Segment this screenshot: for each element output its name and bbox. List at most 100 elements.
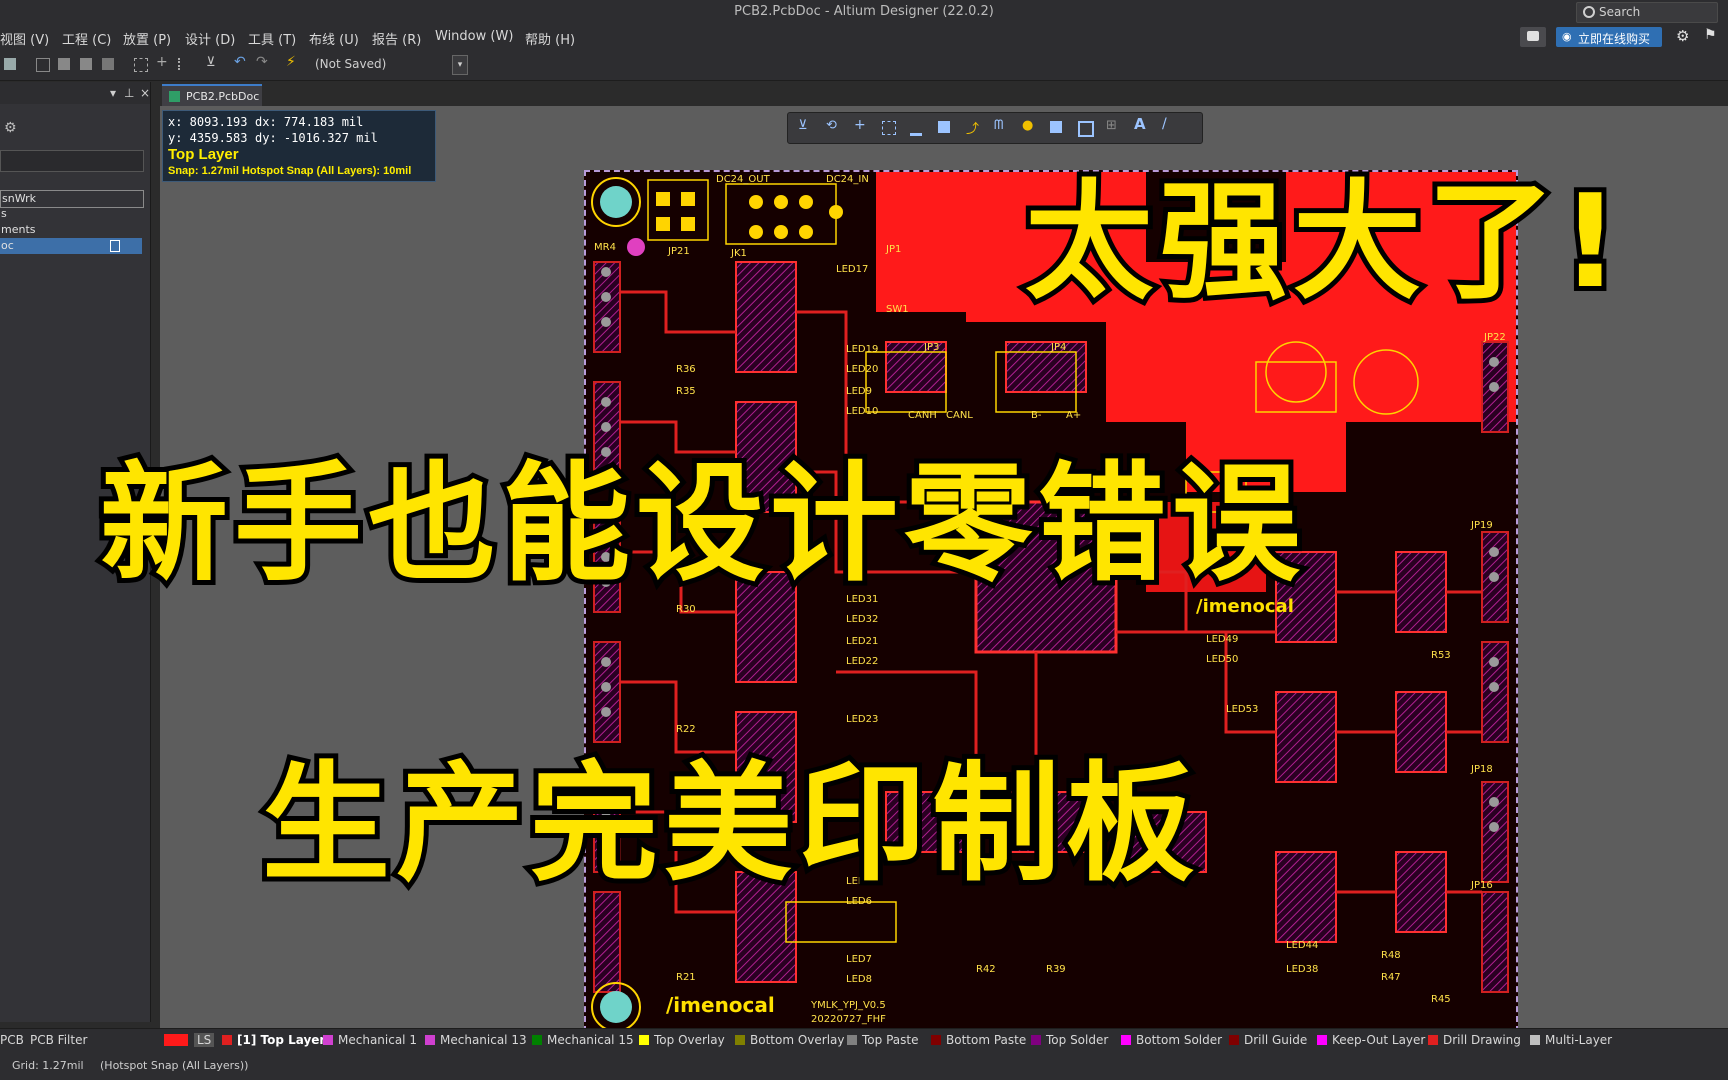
layer-label: [1] Top Layer [237,1033,326,1047]
layer-set-ls[interactable]: LS [194,1033,215,1047]
notification-button[interactable] [1520,27,1546,47]
layer-tab-top[interactable]: [1] Top Layer [222,1033,325,1047]
menu-project[interactable]: 工程 (C) [62,29,111,48]
tab-label: PCB2.PcbDoc [186,90,260,103]
layer-tab-top-paste[interactable]: Top Paste [847,1033,918,1047]
layer-tab-keepout[interactable]: Keep-Out Layer [1317,1033,1425,1047]
align-bottom-icon[interactable] [910,121,922,136]
layer-tab-mech15[interactable]: Mechanical 15 [532,1033,634,1047]
tab-pcb2[interactable]: PCB2.PcbDoc [162,84,262,108]
close-icon[interactable]: × [140,86,150,100]
cut-icon[interactable] [36,58,50,72]
layer-swatch [1229,1035,1239,1045]
menu-design[interactable]: 设计 (D) [185,29,235,48]
layer-tab-drill-guide[interactable]: Drill Guide [1229,1033,1307,1047]
interactive-routing-icon[interactable]: ⤴ [966,118,979,137]
menu-view[interactable]: 视图 (V) [0,29,49,48]
menu-place[interactable]: 放置 (P) [123,29,171,48]
layer-label: Bottom Paste [946,1033,1027,1047]
settings-icon[interactable]: ⚙ [4,120,17,136]
layer-tab-bottom-solder[interactable]: Bottom Solder [1121,1033,1222,1047]
tree-item-pcbdoc[interactable]: oc [0,238,142,254]
tree-item-project[interactable]: s [0,206,142,222]
pcb-label: R42 [976,964,996,975]
panel-tab-pcb-filter[interactable]: PCB Filter [30,1033,87,1047]
pcb-label: R30 [676,604,696,615]
panel-menu-icon[interactable]: ▾ [110,86,116,100]
layer-swatch [847,1035,857,1045]
layer-tab-mech13[interactable]: Mechanical 13 [425,1033,527,1047]
layer-tab-mech1[interactable]: Mechanical 1 [323,1033,417,1047]
component-icon[interactable] [938,121,950,133]
clear-filter-icon[interactable]: ⊻ [206,55,218,70]
layer-tab-top-overlay[interactable]: Top Overlay [639,1033,725,1047]
align-icon[interactable] [178,58,192,70]
window-title: PCB2.PcbDoc - Altium Designer (22.0.2) [734,4,994,19]
copy-icon[interactable] [58,58,70,70]
via-icon[interactable]: ● [1022,118,1034,133]
signal-icon: ◉ [1562,30,1572,43]
hud-y: y: 4359.583 [168,131,248,145]
pcb-label: YMLK_YPJ_V0.5 [810,1000,886,1011]
wand-icon[interactable] [4,58,16,70]
layer-swatch [931,1035,941,1045]
text-icon[interactable]: A [1134,115,1146,133]
account-icon[interactable]: ⚑ [1704,27,1717,43]
chevron-down-icon: ▾ [457,60,463,70]
layer-label: Mechanical 13 [440,1033,527,1047]
layer-tab-drill-drawing[interactable]: Drill Drawing [1428,1033,1521,1047]
route-icon[interactable]: ⟲ [826,118,838,133]
variant-status: (Not Saved) [315,57,387,71]
undo-icon[interactable]: ↶ [234,54,246,70]
menu-reports[interactable]: 报告 (R) [372,29,421,48]
variant-dropdown[interactable]: ▾ [452,55,468,75]
menu-route[interactable]: 布线 (U) [309,29,359,48]
filter-icon[interactable]: ⊻ [798,118,810,133]
layer-tab-bottom-overlay[interactable]: Bottom Overlay [735,1033,844,1047]
polygon-icon[interactable] [1078,121,1094,137]
current-layer-swatch[interactable] [164,1034,188,1046]
dimension-icon[interactable]: ⊞ [1106,118,1118,133]
pcb-doc-icon [169,91,180,102]
pcb-label: LED19 [846,344,878,355]
overlay-headline-2: 新手也能设计零错误 [95,445,1307,604]
layer-tab-multilayer[interactable]: Multi-Layer [1530,1033,1612,1047]
redo-icon[interactable]: ↷ [256,54,268,70]
differential-pair-icon[interactable]: ᗰ [994,118,1006,133]
pcb-label: JP18 [1470,764,1493,775]
overlay-headline-3: 生产完美印制板 [257,745,1201,904]
cross-icon[interactable]: + [854,117,866,133]
panel-tab-pcb[interactable]: PCB [0,1033,24,1047]
layer-swatch [735,1035,745,1045]
menu-window[interactable]: Window (W) [435,29,513,44]
paste-icon[interactable] [80,58,92,70]
line-icon[interactable]: / [1162,116,1174,132]
gear-icon[interactable]: ⚙ [1676,27,1689,45]
rubber-stamp-icon[interactable] [102,58,114,70]
project-search-input[interactable] [0,150,144,172]
pcb-label: LED32 [846,614,878,625]
select-rect-icon[interactable] [134,58,148,72]
layer-tab-bottom-paste[interactable]: Bottom Paste [931,1033,1026,1047]
fill-icon[interactable] [1050,121,1062,133]
tree-item-label: oc [1,239,14,252]
layer-label: Drill Drawing [1443,1033,1521,1047]
pcb-label: R39 [1046,964,1066,975]
pcb-label: LED53 [1226,704,1258,715]
tree-item-documents[interactable]: ments [0,222,142,238]
menu-tools[interactable]: 工具 (T) [248,29,296,48]
layer-swatch [1317,1035,1327,1045]
pin-icon[interactable]: ⊥ [124,86,134,100]
buy-online-button[interactable]: ◉ 立即在线购买 [1556,27,1662,47]
pcb-label: LED38 [1286,964,1318,975]
pcb-label: LED50 [1206,654,1238,665]
interactive-route-icon[interactable]: ⚡ [286,54,298,70]
move-icon[interactable]: + [156,54,168,70]
hud-dx: dx: 774.183 mil [255,115,364,129]
toolbar: + ⊻ ↶ ↷ ⚡ (Not Saved) ▾ [0,50,1728,81]
menu-help[interactable]: 帮助 (H) [525,29,575,48]
layer-tab-top-solder[interactable]: Top Solder [1031,1033,1108,1047]
select-icon[interactable] [882,121,896,135]
search-box[interactable]: Search [1576,2,1718,23]
tree-item-label: ments [1,223,36,236]
